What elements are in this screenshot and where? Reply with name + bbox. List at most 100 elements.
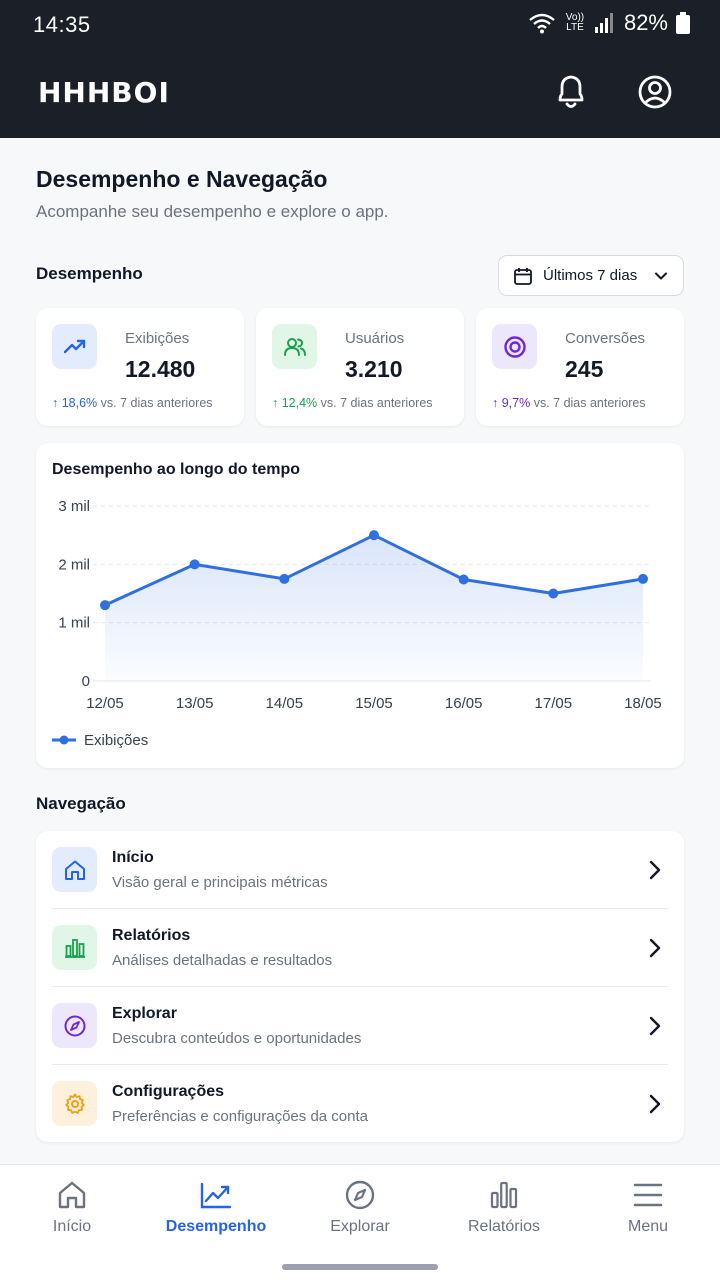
chart-x-tick-label: 16/05 xyxy=(445,695,483,712)
chart-x-tick-label: 13/05 xyxy=(176,695,214,712)
chart-x-tick-label: 12/05 xyxy=(86,695,124,712)
compass-icon xyxy=(345,1180,375,1210)
battery-level: 82% xyxy=(623,10,668,35)
tab-label: Menu xyxy=(627,1218,669,1235)
app-header: 14:35 Vo)) LTE 82% HHHBOI xyxy=(0,0,720,138)
tab-explorar[interactable]: Explorar xyxy=(288,1165,432,1255)
chart-data-point[interactable] xyxy=(458,574,469,585)
tab-relatorios[interactable]: Relatórios xyxy=(432,1165,576,1255)
nav-item-title: Configurações xyxy=(112,1083,225,1100)
trend-up-icon xyxy=(200,1182,232,1209)
tab-inicio[interactable]: Início xyxy=(0,1165,144,1255)
bottom-navigation: Início Desempenho Explorar Relatórios Me… xyxy=(0,1164,720,1280)
chart-y-tick-label: 3 mil xyxy=(58,498,90,515)
chart-x-tick-label: 17/05 xyxy=(535,695,573,712)
date-range-label: Últimos 7 dias xyxy=(543,267,638,284)
chart-y-tick-label: 0 xyxy=(82,673,90,690)
page-title: Desempenho e Navegação xyxy=(36,166,328,192)
users-icon xyxy=(272,324,317,369)
page-subtitle: Acompanhe seu desempenho e explore o app… xyxy=(36,202,389,221)
stat-delta: ↑ 18,6% vs. 7 dias anteriores xyxy=(52,396,213,410)
wifi-icon xyxy=(529,13,555,34)
tab-label: Desempenho xyxy=(165,1218,267,1235)
navigation-list: Início Visão geral e principais métricas… xyxy=(36,831,684,1142)
stat-value: 3.210 xyxy=(345,356,403,382)
stat-value: 245 xyxy=(565,356,604,382)
chart-data-point[interactable] xyxy=(189,559,200,570)
nav-item-title: Relatórios xyxy=(112,927,191,944)
stat-delta: ↑ 12,4% vs. 7 dias anteriores xyxy=(272,396,433,410)
stat-card-conversions[interactable]: Conversões 245 ↑ 9,7% vs. 7 dias anterio… xyxy=(476,308,684,426)
delta-note: vs. 7 dias anteriores xyxy=(320,396,433,410)
nav-item-configuracoes[interactable]: Configurações Preferências e configuraçõ… xyxy=(36,1065,684,1143)
chart-x-tick-label: 18/05 xyxy=(624,695,662,712)
compass-icon xyxy=(52,1003,97,1048)
chevron-right-icon xyxy=(649,860,661,880)
delta-note: vs. 7 dias anteriores xyxy=(100,396,213,410)
legend-label: Exibições xyxy=(84,732,148,749)
nav-item-subtitle: Análises detalhadas e resultados xyxy=(112,952,333,969)
stat-label: Conversões xyxy=(565,330,646,347)
stat-card-users[interactable]: Usuários 3.210 ↑ 12,4% vs. 7 dias anteri… xyxy=(256,308,464,426)
nav-item-subtitle: Descubra conteúdos e oportunidades xyxy=(112,1030,362,1047)
date-range-select[interactable]: Últimos 7 dias xyxy=(498,255,684,296)
chevron-right-icon xyxy=(649,938,661,958)
trend-up-icon xyxy=(52,324,97,369)
chart-y-tick-label: 1 mil xyxy=(58,615,90,632)
chart-y-tick-label: 2 mil xyxy=(58,556,90,573)
delta-percent: ↑ 12,4% xyxy=(272,396,318,410)
bar-chart-icon xyxy=(490,1181,518,1209)
legend-point-marker xyxy=(59,735,69,745)
profile-icon[interactable] xyxy=(636,72,674,112)
chart-data-point[interactable] xyxy=(548,588,559,599)
bar-chart-icon xyxy=(52,925,97,970)
stat-card-views[interactable]: Exibições 12.480 ↑ 18,6% vs. 7 dias ante… xyxy=(36,308,244,426)
chart-data-point[interactable] xyxy=(279,573,290,584)
nav-item-title: Explorar xyxy=(112,1005,177,1022)
chevron-right-icon xyxy=(649,1016,661,1036)
calendar-icon xyxy=(514,267,532,285)
stat-delta: ↑ 9,7% vs. 7 dias anteriores xyxy=(492,396,646,410)
stat-label: Usuários xyxy=(345,330,405,347)
chart-area-fill xyxy=(105,535,643,681)
tab-label: Início xyxy=(52,1218,92,1235)
bell-icon[interactable] xyxy=(552,72,590,112)
delta-percent: ↑ 9,7% xyxy=(492,396,531,410)
performance-section-title: Desempenho xyxy=(36,264,143,283)
nav-item-subtitle: Visão geral e principais métricas xyxy=(112,874,328,891)
tab-desempenho[interactable]: Desempenho xyxy=(144,1165,288,1255)
performance-chart-card: Desempenho ao longo do tempo 01 mil 2 mil… xyxy=(36,443,684,768)
tab-menu[interactable]: Menu xyxy=(576,1165,720,1255)
signal-icon xyxy=(594,13,613,33)
stat-value: 12.480 xyxy=(125,356,196,382)
chevron-right-icon xyxy=(649,1094,661,1114)
chart-data-point[interactable] xyxy=(100,600,110,611)
chart-data-point[interactable] xyxy=(638,573,648,584)
status-icons: Vo)) LTE 82% xyxy=(528,10,690,36)
nav-item-title: Início xyxy=(112,849,154,866)
status-time: 14:35 xyxy=(33,12,91,37)
brand-logo: HHHBOI xyxy=(38,76,170,109)
performance-chart: 0 1 mil 2 mil 3 mil 12/05 13/05 14/05 15/05 16/0… xyxy=(52,498,662,749)
home-indicator[interactable] xyxy=(282,1264,438,1270)
nav-item-inicio[interactable]: Início Visão geral e principais métricas xyxy=(36,831,684,909)
tab-label: Relatórios xyxy=(467,1218,541,1235)
nav-item-explorar[interactable]: Explorar Descubra conteúdos e oportunida… xyxy=(36,987,684,1065)
stat-label: Exibições xyxy=(125,330,190,347)
network-label: Vo)) LTE xyxy=(565,12,585,33)
delta-note: vs. 7 dias anteriores xyxy=(533,396,646,410)
chart-legend: Exibições xyxy=(52,732,148,749)
chart-data-point[interactable] xyxy=(369,530,379,541)
chevron-down-icon xyxy=(655,272,667,279)
navigation-section-title: Navegação xyxy=(36,794,126,813)
tab-label: Explorar xyxy=(330,1218,390,1235)
nav-item-relatorios[interactable]: Relatórios Análises detalhadas e resulta… xyxy=(36,909,684,987)
menu-icon xyxy=(633,1183,663,1207)
gear-icon xyxy=(52,1081,97,1126)
target-icon xyxy=(492,324,537,369)
home-icon xyxy=(52,847,97,892)
chart-x-tick-label: 14/05 xyxy=(266,695,304,712)
delta-percent: ↑ 18,6% xyxy=(52,396,98,410)
chart-x-tick-label: 15/05 xyxy=(355,695,393,712)
battery-icon xyxy=(676,12,690,34)
